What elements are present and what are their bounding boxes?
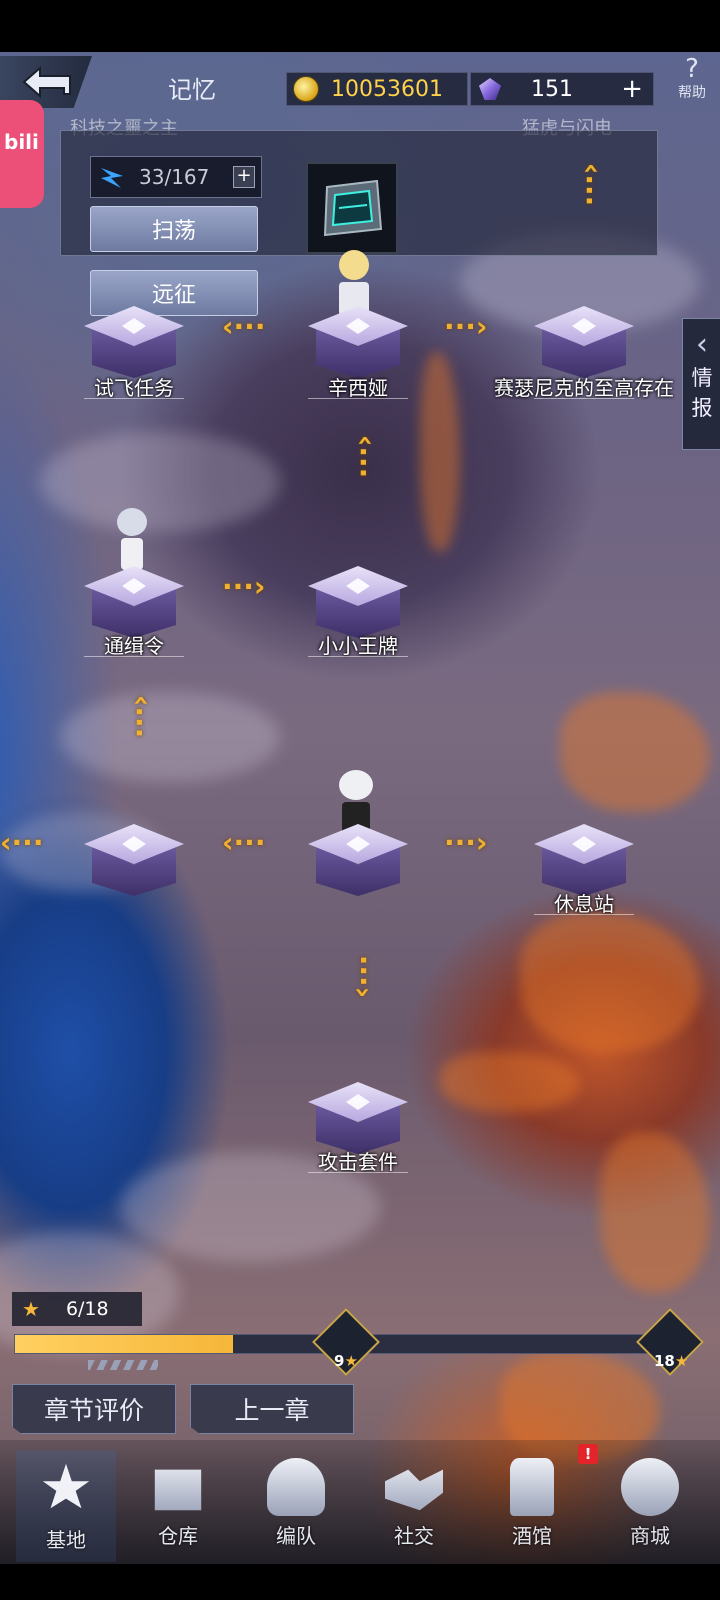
help-label: 帮助 (678, 85, 706, 101)
stage-label-cynthia: 辛西娅 (328, 376, 388, 400)
stage-label-little-ace: 小小王牌 (318, 634, 398, 658)
shop-orb-icon (621, 1458, 679, 1516)
label-underline (534, 914, 634, 915)
nav-social[interactable]: 社交 (364, 1450, 464, 1562)
gold-counter: 10053601 (286, 72, 468, 106)
intel-label-2: 报 (691, 396, 713, 420)
sweep-button[interactable]: 扫荡 (90, 206, 258, 252)
crate-icon (154, 1469, 202, 1511)
reward-threshold-9: 9★ (334, 1352, 358, 1370)
tavern-alert-badge: ! (578, 1444, 598, 1464)
back-arrow-icon (22, 65, 71, 99)
floating-app-shortcut[interactable]: bili (0, 100, 44, 208)
chevron-left-icon: ‹ (696, 327, 708, 362)
path-arrow-left-icon: ‹··· (0, 826, 44, 859)
system-nav-background (0, 1564, 720, 1600)
nav-base-label: 基地 (46, 1528, 86, 1552)
path-arrow-right-icon: ···› (444, 310, 488, 343)
helmet-icon (267, 1458, 325, 1516)
nav-tavern-label: 酒馆 (512, 1524, 552, 1548)
data-chip-icon (323, 179, 383, 237)
chapter-progress-fill (15, 1335, 233, 1353)
label-underline (534, 398, 634, 399)
path-arrow-right-icon: ···› (222, 570, 266, 603)
stage-node-west[interactable] (82, 824, 186, 904)
add-gems-button[interactable]: + (621, 74, 643, 104)
stage-label-trial-flight: 试飞任务 (94, 376, 174, 400)
energy-bolt-icon (101, 168, 123, 188)
path-arrow-up-icon: ···› (573, 162, 607, 207)
stage-label-attack-kit: 攻击套件 (318, 1150, 398, 1174)
add-stamina-button[interactable]: + (233, 166, 255, 188)
reward-item-slot[interactable] (306, 162, 398, 254)
stage-label-rest-stop: 休息站 (554, 892, 614, 916)
gold-amount: 10053601 (331, 76, 443, 102)
gem-icon (479, 78, 501, 100)
path-arrow-up-icon: ···› (347, 434, 381, 479)
star-emblem-icon (42, 1463, 90, 1509)
label-underline (308, 656, 408, 657)
chapter-rating-button[interactable]: 章节评价 (12, 1384, 176, 1434)
nav-team[interactable]: 编队 (246, 1450, 346, 1562)
nav-shop-label: 商城 (630, 1524, 670, 1548)
path-arrow-right-icon: ···› (444, 826, 488, 859)
path-arrow-up-icon: ···› (123, 694, 157, 739)
decorative-stripes (88, 1360, 158, 1370)
star-count-value: 6/18 (65, 1298, 109, 1320)
nav-shop[interactable]: 商城 (600, 1450, 700, 1562)
chapter-star-count: ★ 6/18 (12, 1292, 142, 1326)
help-icon: ? (685, 54, 699, 84)
label-underline (308, 1172, 408, 1173)
reward-threshold-18: 18★ (654, 1352, 689, 1370)
path-arrow-down-icon: ···› (347, 954, 381, 999)
stamina-counter: 33/167 + (90, 156, 262, 198)
gold-coin-icon (293, 76, 319, 102)
path-arrow-left-icon: ‹··· (222, 826, 266, 859)
path-arrow-left-icon: ‹··· (222, 310, 266, 343)
help-button[interactable]: ? 帮助 (664, 56, 720, 106)
label-underline (84, 656, 184, 657)
nav-social-label: 社交 (394, 1524, 434, 1548)
star-icon: ★ (22, 1297, 40, 1321)
stage-label-wanted: 通缉令 (104, 634, 164, 658)
gem-amount: 151 (531, 76, 573, 102)
nav-tavern[interactable]: 酒馆 (482, 1450, 582, 1562)
stage-label-supreme-being: 赛瑟尼克的至高存在 (494, 376, 674, 400)
gem-counter: 151 + (470, 72, 654, 106)
status-bar-background (0, 0, 720, 52)
stamina-value: 33/167 (139, 165, 210, 189)
handshake-icon (385, 1469, 443, 1511)
beer-mug-icon (510, 1458, 554, 1516)
label-underline (84, 398, 184, 399)
intel-side-tab[interactable]: ‹ 情 报 (682, 318, 720, 450)
nav-team-label: 编队 (276, 1524, 316, 1548)
nav-warehouse[interactable]: 仓库 (128, 1450, 228, 1562)
previous-chapter-button[interactable]: 上一章 (190, 1384, 354, 1434)
bili-logo: bili (4, 130, 39, 154)
page-title: 记忆 (168, 76, 216, 104)
label-underline (308, 398, 408, 399)
nav-warehouse-label: 仓库 (158, 1524, 198, 1548)
stage-node-current[interactable] (306, 824, 410, 904)
nav-base[interactable]: 基地 (16, 1450, 116, 1562)
intel-label-1: 情 (691, 366, 713, 390)
